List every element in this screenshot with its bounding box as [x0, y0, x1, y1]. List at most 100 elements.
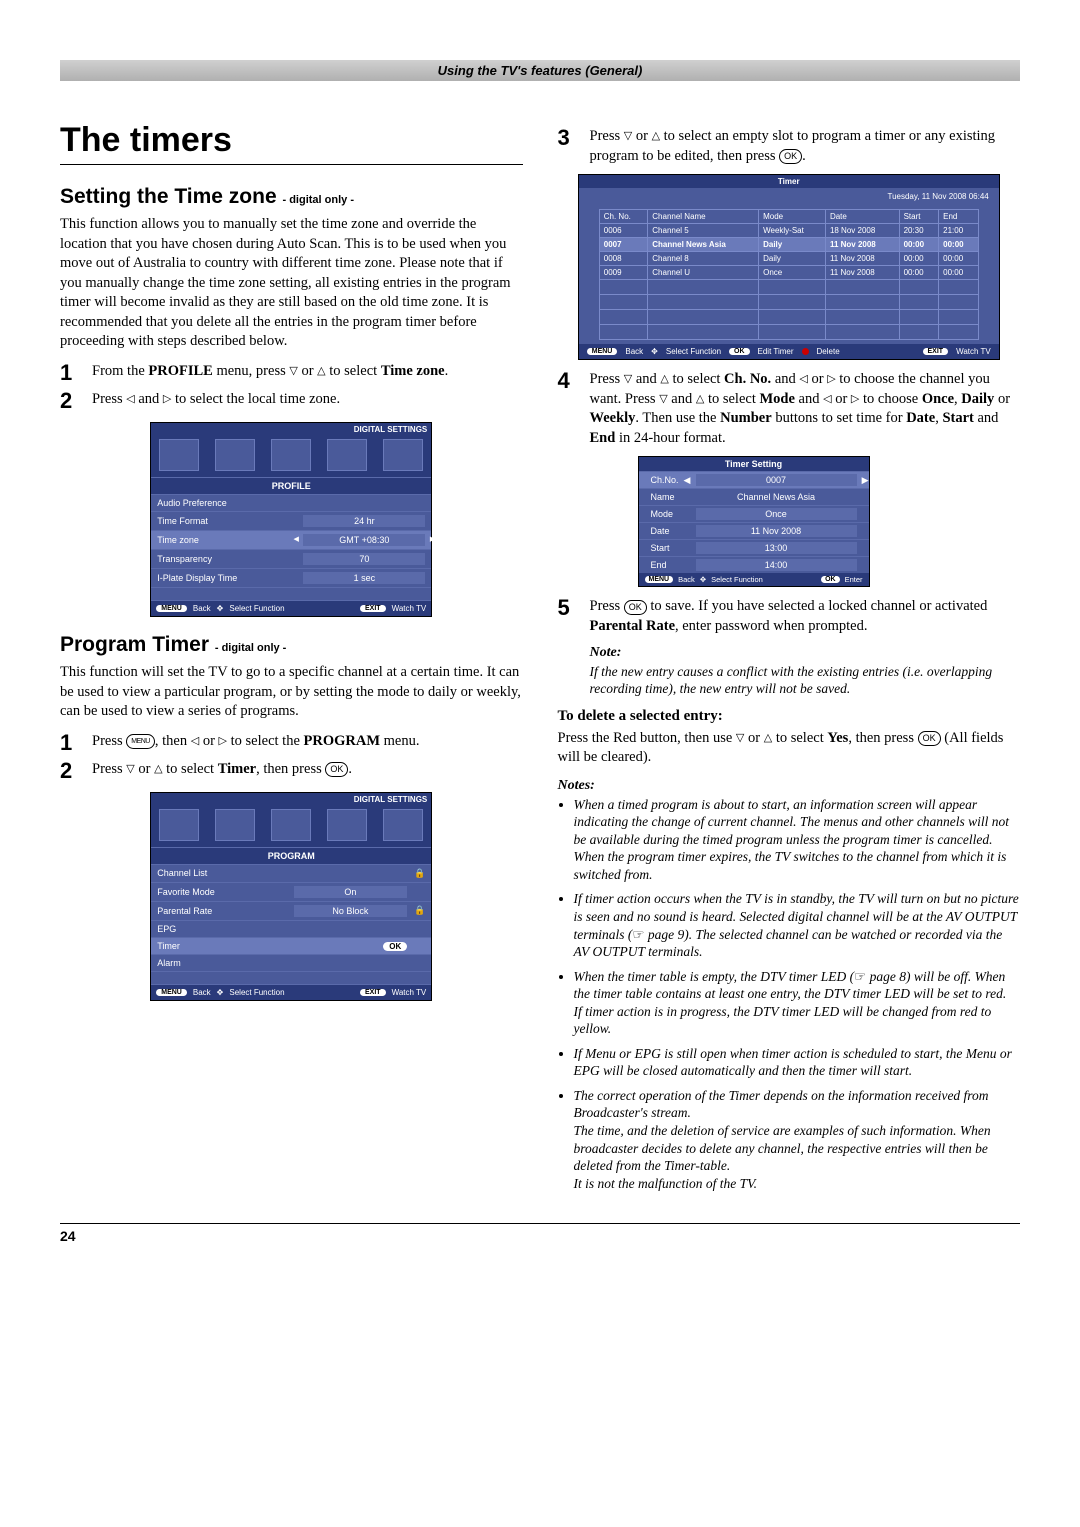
page-title: The timers	[60, 121, 523, 160]
osd-row: TimerOK	[151, 937, 431, 954]
osd-row: Alarm	[151, 954, 431, 971]
step-text: Press ▽ or △ to select an empty slot to …	[590, 127, 1021, 166]
timer-table: Ch. No.Channel NameModeDateStartEnd 0006…	[599, 209, 979, 340]
menu-pill: MENU	[156, 989, 187, 996]
list-item: When a timed program is about to start, …	[574, 796, 1021, 884]
osd-section-title: PROGRAM	[151, 847, 431, 864]
step-text: Press ▽ and △ to select Ch. No. and ◁ or…	[590, 370, 1021, 448]
left-triangle-icon: ◁	[126, 392, 134, 407]
list-item: When the timer table is empty, the DTV t…	[574, 968, 1021, 1038]
menu-pill: MENU	[156, 605, 187, 612]
ts-row: Start13:00	[639, 539, 869, 556]
section-header-bar: Using the TV's features (General)	[60, 60, 1020, 81]
delete-entry-body: Press the Red button, then use ▽ or △ to…	[558, 729, 1021, 768]
list-item: If Menu or EPG is still open when timer …	[574, 1045, 1021, 1080]
page-number: 24	[60, 1223, 1020, 1244]
section-time-zone-heading: Setting the Time zone - digital only -	[60, 185, 523, 209]
red-dot-icon	[802, 348, 809, 355]
osd-timer-setting: Timer Setting Ch.No.0007NameChannel News…	[638, 456, 870, 587]
notes-heading: Notes:	[558, 778, 1021, 794]
osd-section-title: PROFILE	[151, 477, 431, 494]
down-triangle-icon: ▽	[624, 372, 632, 387]
navigate-icon: ✥	[217, 604, 224, 613]
note-body: If the new entry causes a conflict with …	[590, 663, 1021, 698]
section1-step2: 2 Press ◁ and ▷ to select the local time…	[60, 390, 523, 412]
step-text: From the PROFILE menu, press ▽ or △ to s…	[92, 362, 448, 382]
step-number: 1	[60, 732, 80, 754]
step-number: 3	[558, 127, 578, 149]
right-column: 3 Press ▽ or △ to select an empty slot t…	[558, 121, 1021, 1199]
step-number: 5	[558, 597, 578, 619]
down-triangle-icon: ▽	[126, 762, 134, 777]
osd-footer: MENU Back ✥ Select Function EXIT Watch T…	[151, 984, 431, 1000]
table-row: 0009Channel UOnce11 Nov 200800:0000:00	[599, 266, 978, 280]
table-row: 0007Channel News AsiaDaily11 Nov 200800:…	[599, 238, 978, 252]
note-heading: Note:	[590, 645, 1021, 661]
ts-row: End14:00	[639, 556, 869, 573]
up-triangle-icon: △	[764, 731, 772, 746]
osd-icon-row	[151, 806, 431, 847]
osd-row: Time zoneGMT +08:30	[151, 530, 431, 549]
step-number: 2	[60, 390, 80, 412]
navigate-icon: ✥	[700, 575, 706, 584]
right-triangle-icon: ▷	[219, 734, 227, 749]
step5: 5 Press OK to save. If you have selected…	[558, 597, 1021, 636]
table-row: 0008Channel 8Daily11 Nov 200800:0000:00	[599, 252, 978, 266]
delete-entry-heading: To delete a selected entry:	[558, 708, 1021, 725]
up-triangle-icon: △	[317, 364, 325, 379]
navigate-icon: ✥	[651, 347, 658, 356]
navigate-icon: ✥	[217, 988, 224, 997]
step-number: 4	[558, 370, 578, 392]
ts-row: Ch.No.0007	[639, 471, 869, 488]
step-text: Press MENU, then ◁ or ▷ to select the PR…	[92, 732, 420, 752]
menu-button-icon: MENU	[126, 734, 155, 749]
osd-row: Time Format24 hr	[151, 511, 431, 530]
list-item: The correct operation of the Timer depen…	[574, 1087, 1021, 1192]
list-item: If timer action occurs when the TV is in…	[574, 890, 1021, 960]
osd-program-screenshot: DIGITAL SETTINGS PROGRAM Channel List🔒Fa…	[150, 792, 432, 1001]
step4: 4 Press ▽ and △ to select Ch. No. and ◁ …	[558, 370, 1021, 448]
left-triangle-icon: ◁	[191, 734, 199, 749]
ok-button-icon: OK	[624, 600, 647, 615]
section-title: Setting the Time zone	[60, 185, 277, 208]
up-triangle-icon: △	[652, 129, 660, 144]
notes-list: When a timed program is about to start, …	[558, 796, 1021, 1192]
step-text: Press ▽ or △ to select Timer, then press…	[92, 760, 352, 780]
ts-row: Date11 Nov 2008	[639, 522, 869, 539]
section-sub: - digital only -	[282, 194, 354, 206]
exit-pill: EXIT	[360, 605, 386, 612]
ts-title: Timer Setting	[639, 457, 869, 471]
step-number: 1	[60, 362, 80, 384]
osd-row: Transparency70	[151, 549, 431, 568]
exit-pill: EXIT	[360, 989, 386, 996]
osd-profile-screenshot: DIGITAL SETTINGS PROFILE Audio Preferenc…	[150, 422, 432, 617]
timer-title: Timer	[579, 175, 999, 188]
section-program-timer-heading: Program Timer - digital only -	[60, 633, 523, 657]
ok-button-icon: OK	[918, 731, 941, 746]
left-triangle-icon: ◁	[799, 372, 807, 387]
section1-intro: This function allows you to manually set…	[60, 215, 523, 352]
section2-step1: 1 Press MENU, then ◁ or ▷ to select the …	[60, 732, 523, 754]
osd-row: Parental RateNo Block🔒	[151, 901, 431, 920]
section2-intro: This function will set the TV to go to a…	[60, 663, 523, 722]
osd-row: Favorite ModeOn	[151, 882, 431, 901]
ok-button-icon: OK	[779, 149, 802, 164]
timer-footer: MENUBack ✥Select Function OKEdit Timer D…	[579, 344, 999, 359]
down-triangle-icon: ▽	[624, 129, 632, 144]
osd-tag: DIGITAL SETTINGS	[151, 793, 431, 806]
ts-footer: MENUBack ✥Select Function OKEnter	[639, 573, 869, 586]
osd-icon-row	[151, 436, 431, 477]
osd-row: Audio Preference	[151, 494, 431, 511]
table-row: 0006Channel 5Weekly-Sat18 Nov 200820:302…	[599, 224, 978, 238]
step3: 3 Press ▽ or △ to select an empty slot t…	[558, 127, 1021, 166]
two-column-layout: The timers Setting the Time zone - digit…	[60, 121, 1020, 1199]
section2-step2: 2 Press ▽ or △ to select Timer, then pre…	[60, 760, 523, 782]
osd-timer-table: Timer Tuesday, 11 Nov 2008 06:44 Ch. No.…	[578, 174, 1000, 360]
step-text: Press OK to save. If you have selected a…	[590, 597, 1021, 636]
up-triangle-icon: △	[660, 372, 668, 387]
section-title: Program Timer	[60, 633, 209, 656]
step-number: 2	[60, 760, 80, 782]
ok-button-icon: OK	[325, 762, 348, 777]
osd-tag: DIGITAL SETTINGS	[151, 423, 431, 436]
ts-row: ModeOnce	[639, 505, 869, 522]
